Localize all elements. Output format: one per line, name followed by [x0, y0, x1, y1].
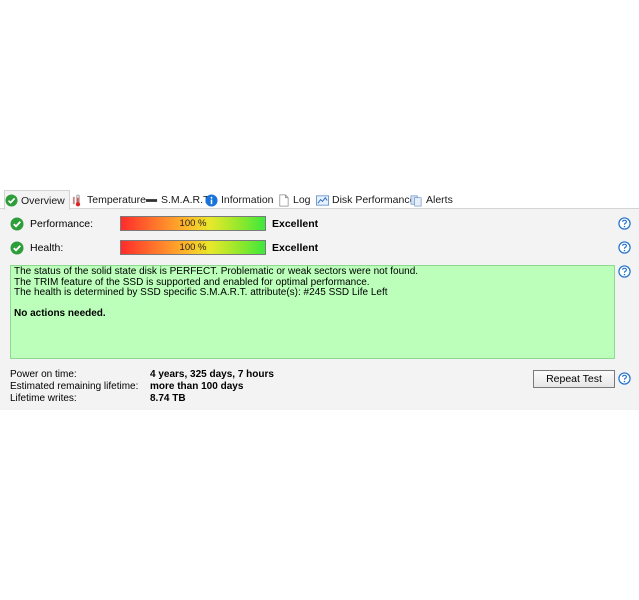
status-text-box: The status of the solid state disk is PE…	[10, 265, 615, 359]
tab-label: S.M.A.R.T.	[161, 194, 212, 206]
tab-information[interactable]: Information	[205, 191, 274, 209]
help-icon[interactable]	[618, 265, 631, 278]
performance-row: Performance: 100 % Excellent	[0, 215, 639, 235]
tab-alerts[interactable]: Alerts	[410, 191, 453, 209]
alerts-icon	[410, 194, 423, 207]
help-icon[interactable]	[618, 241, 631, 254]
status-line: The status of the solid state disk is PE…	[14, 266, 419, 277]
tab-label: Disk Performance	[332, 194, 416, 206]
tab-label: Temperature	[87, 194, 146, 206]
chart-icon	[316, 194, 329, 207]
tab-label: Alerts	[426, 194, 453, 206]
tab-label: Log	[293, 194, 311, 206]
performance-label: Performance:	[30, 218, 94, 230]
tab-log[interactable]: Log	[277, 191, 311, 209]
thermometer-icon	[71, 194, 84, 207]
help-icon[interactable]	[618, 372, 631, 385]
repeat-test-button[interactable]: Repeat Test	[533, 370, 615, 388]
check-circle-icon	[10, 241, 24, 255]
check-circle-icon	[5, 194, 18, 207]
drive-icon	[145, 194, 158, 207]
performance-percent: 100 %	[179, 218, 207, 229]
health-label: Health:	[30, 242, 64, 254]
tab-label: Overview	[21, 194, 65, 207]
health-row: Health: 100 % Excellent	[0, 239, 639, 259]
info-icon	[205, 193, 218, 207]
status-line: The health is determined by SSD specific…	[14, 287, 388, 298]
lifetime-writes-label: Lifetime writes:	[10, 393, 77, 404]
tab-overview[interactable]: Overview	[4, 190, 70, 210]
help-icon[interactable]	[618, 217, 631, 230]
power-on-label: Power on time:	[10, 369, 77, 380]
performance-bar: 100 %	[120, 216, 266, 231]
tab-disk-performance[interactable]: Disk Performance	[316, 191, 415, 209]
health-bar: 100 %	[120, 240, 266, 255]
action-text: No actions needed.	[14, 307, 106, 319]
check-circle-icon	[10, 217, 24, 231]
lifetime-writes-value: 8.74 TB	[150, 393, 186, 404]
health-rating: Excellent	[272, 242, 319, 254]
overview-panel: Overview Temperature S.M.A.R.T. Informat…	[0, 190, 639, 410]
performance-rating: Excellent	[272, 218, 319, 230]
tab-strip: Overview Temperature S.M.A.R.T. Informat…	[0, 190, 639, 210]
remaining-lifetime-value: more than 100 days	[150, 381, 244, 392]
tab-temperature[interactable]: Temperature	[71, 191, 146, 209]
power-on-value: 4 years, 325 days, 7 hours	[150, 369, 274, 380]
remaining-lifetime-label: Estimated remaining lifetime:	[10, 381, 139, 392]
health-percent: 100 %	[179, 242, 207, 253]
tab-smart[interactable]: S.M.A.R.T.	[145, 191, 211, 209]
document-icon	[277, 194, 290, 207]
tab-label: Information	[221, 194, 274, 206]
